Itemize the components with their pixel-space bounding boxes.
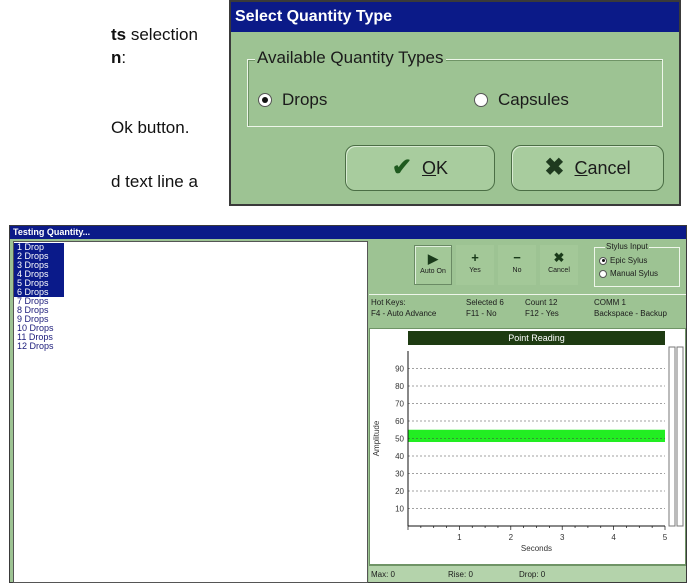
x-tick-label: 1	[457, 533, 462, 542]
hotkey-f12: F12 - Yes	[525, 309, 559, 318]
y-tick-label: 60	[395, 417, 404, 426]
testing-window-title: Testing Quantity...	[10, 226, 686, 239]
yes-button[interactable]: + Yes	[456, 245, 494, 285]
radio-drops[interactable]: Drops	[258, 90, 327, 110]
testing-quantity-window: Testing Quantity... 1 Drop 2 Drops 3 Drops…	[9, 225, 687, 583]
y-tick-label: 40	[395, 452, 404, 461]
y-tick-label: 20	[395, 487, 404, 496]
status-drop: Drop: 0	[519, 570, 546, 579]
doc-line-3: Ok button.	[111, 118, 190, 137]
side-bar-2	[676, 346, 684, 527]
select-quantity-dialog: Select Quantity Type Available Quantity …	[229, 0, 681, 206]
y-tick-label: 90	[395, 365, 404, 374]
y-tick-label: 50	[395, 435, 404, 444]
y-tick-label: 70	[395, 400, 404, 409]
no-label: No	[512, 267, 522, 274]
dialog-title: Select Quantity Type	[231, 2, 679, 32]
doc-line-2: n:	[111, 48, 127, 67]
toolbar-panel: ▶ Auto On + Yes − No ✖ Cancel Stylus Inp…	[369, 241, 686, 292]
x-axis-label: Seconds	[521, 544, 552, 553]
y-tick-label: 10	[395, 505, 404, 514]
cancel-tool-label: Cancel	[548, 267, 570, 274]
x-icon: ✖	[544, 154, 565, 181]
stylus-group-label: Stylus Input	[605, 242, 649, 251]
auto-on-button[interactable]: ▶ Auto On	[414, 245, 452, 285]
x-tick-label: 4	[611, 533, 616, 542]
radio-epic-sylus-label: Epic Sylus	[610, 256, 648, 265]
radio-manual-sylus-indicator[interactable]	[599, 269, 607, 278]
radio-epic-sylus[interactable]: Epic Sylus	[599, 256, 647, 265]
hotkey-backspace: Backspace - Backup	[594, 309, 667, 318]
status-bar: Max: 0 Rise: 0 Drop: 0	[369, 565, 686, 582]
yes-label: Yes	[469, 267, 481, 274]
hotkeys-label: Hot Keys:	[371, 298, 406, 307]
radio-drops-indicator[interactable]	[258, 93, 272, 107]
plus-icon: +	[471, 250, 479, 265]
side-bar-1	[668, 346, 676, 527]
cancel-button[interactable]: ✖ Cancel	[511, 145, 664, 191]
cancel-tool-button[interactable]: ✖ Cancel	[540, 245, 578, 285]
cancel-button-label: Cancel	[574, 157, 631, 178]
hotkey-f11: F11 - No	[466, 309, 497, 318]
doc-line-1: ts selection	[111, 25, 198, 44]
chart-svg: Point Reading 10 20 30 40 50 60 70 80 90 1 2 3 4 5 Seco…	[372, 331, 684, 553]
play-icon: ▶	[428, 251, 438, 266]
comm-port: COMM 1	[594, 298, 626, 307]
quantity-type-group-label: Available Quantity Types	[255, 48, 446, 68]
x-tick-label: 3	[560, 533, 565, 542]
no-button[interactable]: − No	[498, 245, 536, 285]
hotkeys-panel: Hot Keys: F4 - Auto Advance Selected 6 F…	[369, 294, 686, 324]
doc-line-4: d text line a	[111, 172, 198, 191]
radio-epic-sylus-indicator[interactable]	[599, 256, 607, 265]
y-tick-label: 30	[395, 470, 404, 479]
chart-title: Point Reading	[508, 333, 565, 343]
radio-capsules-indicator[interactable]	[474, 93, 488, 107]
point-reading-chart: Point Reading 10 20 30 40 50 60 70 80 90 1 2 3 4 5 Seco…	[369, 328, 686, 565]
checkmark-icon: ✔	[391, 154, 413, 181]
x-tick-label: 2	[509, 533, 514, 542]
stylus-input-group: Stylus Input Epic Sylus Manual Sylus	[594, 242, 680, 287]
x-icon: ✖	[553, 250, 565, 265]
radio-drops-label: Drops	[282, 90, 328, 109]
ok-button[interactable]: ✔ OK	[345, 145, 495, 191]
hotkey-f4: F4 - Auto Advance	[371, 309, 437, 318]
auto-on-label: Auto On	[420, 268, 446, 275]
status-max: Max: 0	[371, 570, 396, 579]
radio-manual-sylus[interactable]: Manual Sylus	[599, 269, 658, 278]
status-rise: Rise: 0	[448, 570, 473, 579]
y-axis-label: Amplitude	[372, 420, 381, 456]
minus-icon: −	[513, 250, 521, 265]
total-count: Count 12	[525, 298, 558, 307]
list-item[interactable]: 12 Drops	[14, 342, 64, 351]
selected-count: Selected 6	[466, 298, 504, 307]
radio-capsules[interactable]: Capsules	[474, 90, 569, 110]
ok-button-label: OK	[422, 157, 449, 178]
radio-capsules-label: Capsules	[498, 90, 569, 109]
y-tick-label: 80	[395, 382, 404, 391]
x-tick-label: 5	[663, 533, 668, 542]
radio-manual-sylus-label: Manual Sylus	[610, 269, 659, 278]
green-band	[408, 429, 665, 442]
quantity-list[interactable]: 1 Drop 2 Drops 3 Drops 4 Drops 5 Drops 6 Drop…	[13, 241, 368, 583]
